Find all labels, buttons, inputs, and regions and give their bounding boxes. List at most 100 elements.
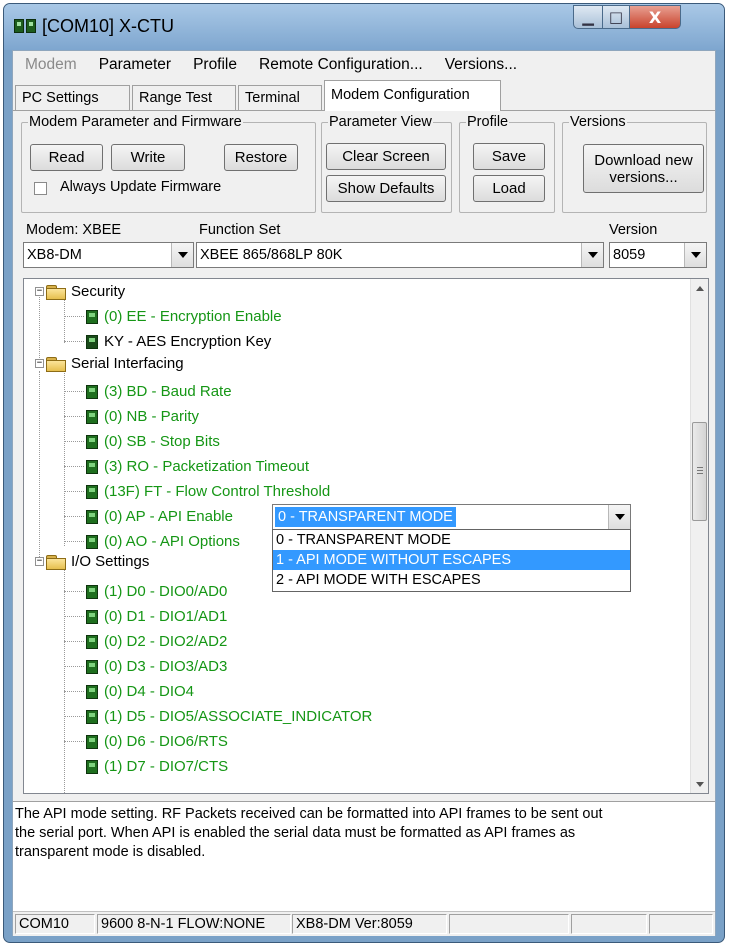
tree-param-ft[interactable]: (13F) FT - Flow Control Threshold [86, 479, 330, 504]
chevron-down-icon[interactable] [171, 243, 193, 267]
menu-remote-configuration[interactable]: Remote Configuration... [247, 56, 433, 74]
always-update-label: Always Update Firmware [60, 179, 222, 195]
api-enable-select[interactable]: 0 - TRANSPARENT MODE [272, 504, 631, 530]
status-empty-1 [449, 914, 569, 934]
api-option-without-escapes[interactable]: 1 - API MODE WITHOUT ESCAPES [273, 550, 630, 570]
minimize-button[interactable]: ▁ [573, 5, 603, 29]
tree-param-nb[interactable]: (0) NB - Parity [86, 404, 199, 429]
api-option-transparent[interactable]: 0 - TRANSPARENT MODE [273, 530, 630, 550]
close-icon: X [648, 7, 662, 27]
menu-versions[interactable]: Versions... [433, 56, 527, 74]
save-profile-button[interactable]: Save [473, 143, 545, 170]
status-modem: XB8-DM Ver:8059 [292, 914, 447, 934]
tree-param-sb[interactable]: (0) SB - Stop Bits [86, 429, 220, 454]
parameter-icon [86, 459, 98, 474]
firmware-group-label: Modem Parameter and Firmware [29, 114, 242, 130]
download-versions-line2: versions... [609, 168, 678, 186]
parameter-icon [86, 584, 98, 599]
tree-param-ro[interactable]: (3) RO - Packetization Timeout [86, 454, 309, 479]
profile-group-label: Profile [467, 114, 509, 130]
menu-modem[interactable]: Modem [13, 56, 87, 74]
description-line-1: The API mode setting. RF Packets receive… [15, 806, 603, 822]
status-port: COM10 [15, 914, 95, 934]
status-empty-2 [571, 914, 647, 934]
main-window: [COM10] X-CTU ▁ □ X Modem Parameter Prof… [3, 3, 725, 943]
folder-icon [46, 284, 66, 300]
api-enable-dropdown: 0 - TRANSPARENT MODE 1 - API MODE WITHOU… [272, 529, 631, 592]
always-update-checkbox[interactable] [34, 182, 47, 195]
tree-param-ap[interactable]: (0) AP - API Enable [86, 504, 233, 529]
tree-param-ee[interactable]: (0) EE - Encryption Enable [86, 304, 282, 329]
folder-icon [46, 356, 66, 372]
description-line-3: transparent mode is disabled. [15, 844, 206, 860]
collapse-io-icon[interactable]: − [35, 557, 44, 566]
function-set-select[interactable]: XBEE 865/868LP 80K [196, 242, 604, 268]
parameter-icon [86, 434, 98, 449]
menu-parameter[interactable]: Parameter [87, 56, 181, 74]
parameter-description: The API mode setting. RF Packets receive… [13, 801, 715, 919]
status-empty-3 [649, 914, 713, 934]
versions-group-label: Versions [570, 114, 626, 130]
parameter-tree[interactable]: − Security (0) EE - Encryption Enable KY… [23, 278, 709, 794]
download-versions-button[interactable]: Download new versions... [583, 144, 704, 193]
modem-label: Modem: XBEE [26, 222, 122, 238]
tab-range-test[interactable]: Range Test [132, 85, 236, 110]
tree-param-d4[interactable]: (0) D4 - DIO4 [86, 679, 194, 704]
parameter-icon [86, 634, 98, 649]
tree-param-d3[interactable]: (0) D3 - DIO3/AD3 [86, 654, 227, 679]
chevron-down-icon[interactable] [581, 243, 603, 267]
maximize-icon: □ [608, 8, 624, 26]
chevron-down-icon[interactable] [608, 505, 630, 529]
download-versions-line1: Download new [594, 151, 693, 169]
restore-button[interactable]: Restore [224, 144, 298, 171]
folder-icon [46, 554, 66, 570]
version-select[interactable]: 8059 [609, 242, 707, 268]
load-profile-button[interactable]: Load [473, 175, 545, 202]
maximize-button[interactable]: □ [602, 5, 630, 29]
parameter-icon [86, 709, 98, 724]
tab-pc-settings[interactable]: PC Settings [15, 85, 130, 110]
client-area: Modem Parameter Profile Remote Configura… [12, 50, 716, 936]
tree-node-io-settings[interactable]: I/O Settings [46, 549, 149, 574]
modem-select[interactable]: XB8-DM [23, 242, 194, 268]
tree-node-serial-interfacing[interactable]: Serial Interfacing [46, 351, 184, 376]
clear-screen-button[interactable]: Clear Screen [326, 143, 446, 170]
version-label: Version [609, 222, 658, 238]
parameter-icon [86, 759, 98, 774]
tree-param-d6[interactable]: (0) D6 - DIO6/RTS [86, 729, 228, 754]
tree-param-d1[interactable]: (0) D1 - DIO1/AD1 [86, 604, 227, 629]
status-bar: COM10 9600 8-N-1 FLOW:NONE XB8-DM Ver:80… [13, 911, 715, 936]
scrollbar-thumb[interactable] [692, 422, 707, 521]
tree-param-bd[interactable]: (3) BD - Baud Rate [86, 379, 232, 404]
write-button[interactable]: Write [111, 144, 185, 171]
close-button[interactable]: X [629, 5, 681, 29]
tree-param-d2[interactable]: (0) D2 - DIO2/AD2 [86, 629, 227, 654]
app-icon [14, 19, 36, 33]
tree-param-d0[interactable]: (1) D0 - DIO0/AD0 [86, 579, 227, 604]
tree-node-security[interactable]: Security [46, 279, 125, 304]
tree-param-d5[interactable]: (1) D5 - DIO5/ASSOCIATE_INDICATOR [86, 704, 372, 729]
show-defaults-button[interactable]: Show Defaults [326, 175, 446, 202]
collapse-security-icon[interactable]: − [35, 287, 44, 296]
minimize-icon: ▁ [582, 8, 594, 26]
window-title: [COM10] X-CTU [42, 16, 175, 36]
tab-terminal[interactable]: Terminal [238, 85, 322, 110]
tree-scrollbar[interactable] [690, 279, 708, 793]
status-settings: 9600 8-N-1 FLOW:NONE [97, 914, 291, 934]
parameter-icon [86, 659, 98, 674]
modem-select-value: XB8-DM [27, 247, 82, 263]
description-line-2: the serial port. When API is enabled the… [15, 825, 576, 841]
scroll-up-icon[interactable] [691, 279, 708, 297]
chevron-down-icon[interactable] [684, 243, 706, 267]
api-option-with-escapes[interactable]: 2 - API MODE WITH ESCAPES [273, 570, 630, 590]
tab-modem-configuration[interactable]: Modem Configuration [324, 80, 501, 111]
menu-profile[interactable]: Profile [181, 56, 247, 74]
scroll-down-icon[interactable] [691, 775, 708, 793]
read-button[interactable]: Read [30, 144, 103, 171]
collapse-serial-icon[interactable]: − [35, 359, 44, 368]
tab-strip: PC Settings Range Test Terminal Modem Co… [13, 79, 715, 111]
parameter-icon [86, 309, 98, 324]
title-bar[interactable]: [COM10] X-CTU ▁ □ X [4, 4, 724, 50]
parameter-icon [86, 484, 98, 499]
tree-param-d7[interactable]: (1) D7 - DIO7/CTS [86, 754, 228, 779]
